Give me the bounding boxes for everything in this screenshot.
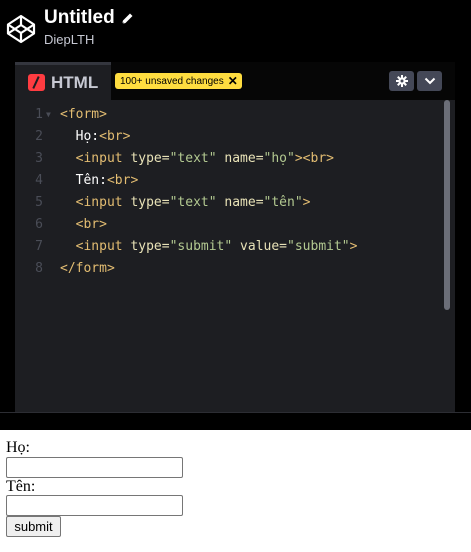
code-editor[interactable]: 1 ▼ <form> 2 Họ:<br> 3 <input type="text" na… [15, 100, 455, 412]
code-line[interactable]: 8 </form> [15, 258, 445, 280]
code-text: <input type="text" name="tên"> [60, 192, 311, 214]
code-token: type= [130, 239, 170, 254]
code-text: <br> [60, 214, 107, 236]
code-token: "submit" [287, 239, 350, 254]
code-token: <br> [106, 173, 139, 188]
line-number: 5 [35, 195, 43, 210]
code-token: <input [60, 195, 131, 210]
result-preview: Họ: Tên: submit [0, 430, 471, 552]
code-token: "text" [169, 195, 217, 210]
code-line[interactable]: 5 <input type="text" name="tên"> [15, 192, 445, 214]
code-line[interactable]: 7 <input type="submit" value="submit"> [15, 236, 445, 258]
line-number: 8 [35, 261, 43, 276]
pen-title[interactable]: Untitled [44, 6, 134, 30]
code-token: > [302, 195, 311, 210]
line-number: 4 [35, 173, 43, 188]
line-number: 2 [35, 129, 43, 144]
tab-html-label: HTML [51, 72, 99, 92]
code-token: </form> [60, 261, 115, 276]
line-number: 1 [35, 107, 43, 122]
code-text: <input type="text" name="họ"><br> [60, 148, 334, 170]
html-editor-panel: HTML 100+ unsaved changes ✕ 1 ▼ <form> 2… [15, 62, 455, 412]
code-token: Tên: [60, 173, 107, 188]
code-text: Họ:<br> [60, 126, 131, 148]
editor-scrollbar[interactable] [444, 100, 450, 310]
editor-settings-button[interactable] [389, 71, 414, 91]
code-token: <input [60, 239, 131, 254]
tab-html[interactable]: HTML [15, 62, 111, 100]
code-token: Họ: [60, 129, 100, 144]
line-number: 3 [35, 151, 43, 166]
code-line[interactable]: 6 <br> [15, 214, 445, 236]
unsaved-changes-text: 100+ unsaved changes [120, 75, 224, 87]
code-line[interactable]: 2 Họ:<br> [15, 126, 445, 148]
code-line[interactable]: 1 ▼ <form> [15, 104, 445, 126]
gear-icon [395, 75, 408, 87]
code-token: name= [216, 151, 264, 166]
code-token: "tên" [263, 195, 303, 210]
code-token: > [349, 239, 358, 254]
input-ten[interactable] [6, 495, 183, 516]
code-token: name= [216, 195, 264, 210]
input-ho[interactable] [6, 457, 183, 478]
code-token: "text" [169, 151, 217, 166]
code-text: <input type="submit" value="submit"> [60, 236, 358, 258]
codepen-logo-icon[interactable] [6, 14, 36, 44]
line-number: 7 [35, 239, 43, 254]
code-token: type= [130, 195, 170, 210]
code-token: <form> [60, 107, 107, 122]
pencil-icon[interactable] [121, 12, 134, 25]
chevron-down-icon [424, 77, 435, 85]
close-icon[interactable]: ✕ [228, 75, 238, 87]
code-token: <input [60, 151, 131, 166]
editor-tab-bar: HTML 100+ unsaved changes ✕ [15, 62, 455, 100]
code-token: <br> [99, 129, 131, 144]
editor-area: HTML 100+ unsaved changes ✕ 1 ▼ <form> 2… [0, 62, 471, 412]
submit-button[interactable]: submit [6, 516, 61, 537]
fold-arrow-icon[interactable]: ▼ [46, 104, 51, 126]
code-token: value= [232, 239, 288, 254]
app-header: Untitled DiepLTH [0, 0, 471, 62]
code-token: type= [130, 151, 170, 166]
editor-collapse-button[interactable] [417, 71, 442, 91]
code-token: <br> [60, 217, 107, 232]
code-line[interactable]: 4 Tên:<br> [15, 170, 445, 192]
code-line[interactable]: 3 <input type="text" name="họ"><br> [15, 148, 445, 170]
html-language-icon [28, 74, 45, 91]
label-ten: Tên: [6, 478, 36, 495]
unsaved-changes-badge[interactable]: 100+ unsaved changes ✕ [115, 73, 242, 89]
code-token: "submit" [169, 239, 233, 254]
pen-author[interactable]: DiepLTH [44, 32, 94, 48]
label-ho: Họ: [6, 439, 30, 456]
code-text: Tên:<br> [60, 170, 139, 192]
pen-title-text[interactable]: Untitled [44, 6, 115, 30]
line-number: 6 [35, 217, 43, 232]
code-token: ><br> [294, 151, 334, 166]
code-text: </form> [60, 258, 115, 280]
code-text: <form> [60, 104, 107, 126]
editor-resize-bar[interactable] [0, 412, 471, 430]
code-token: "họ" [263, 151, 295, 166]
